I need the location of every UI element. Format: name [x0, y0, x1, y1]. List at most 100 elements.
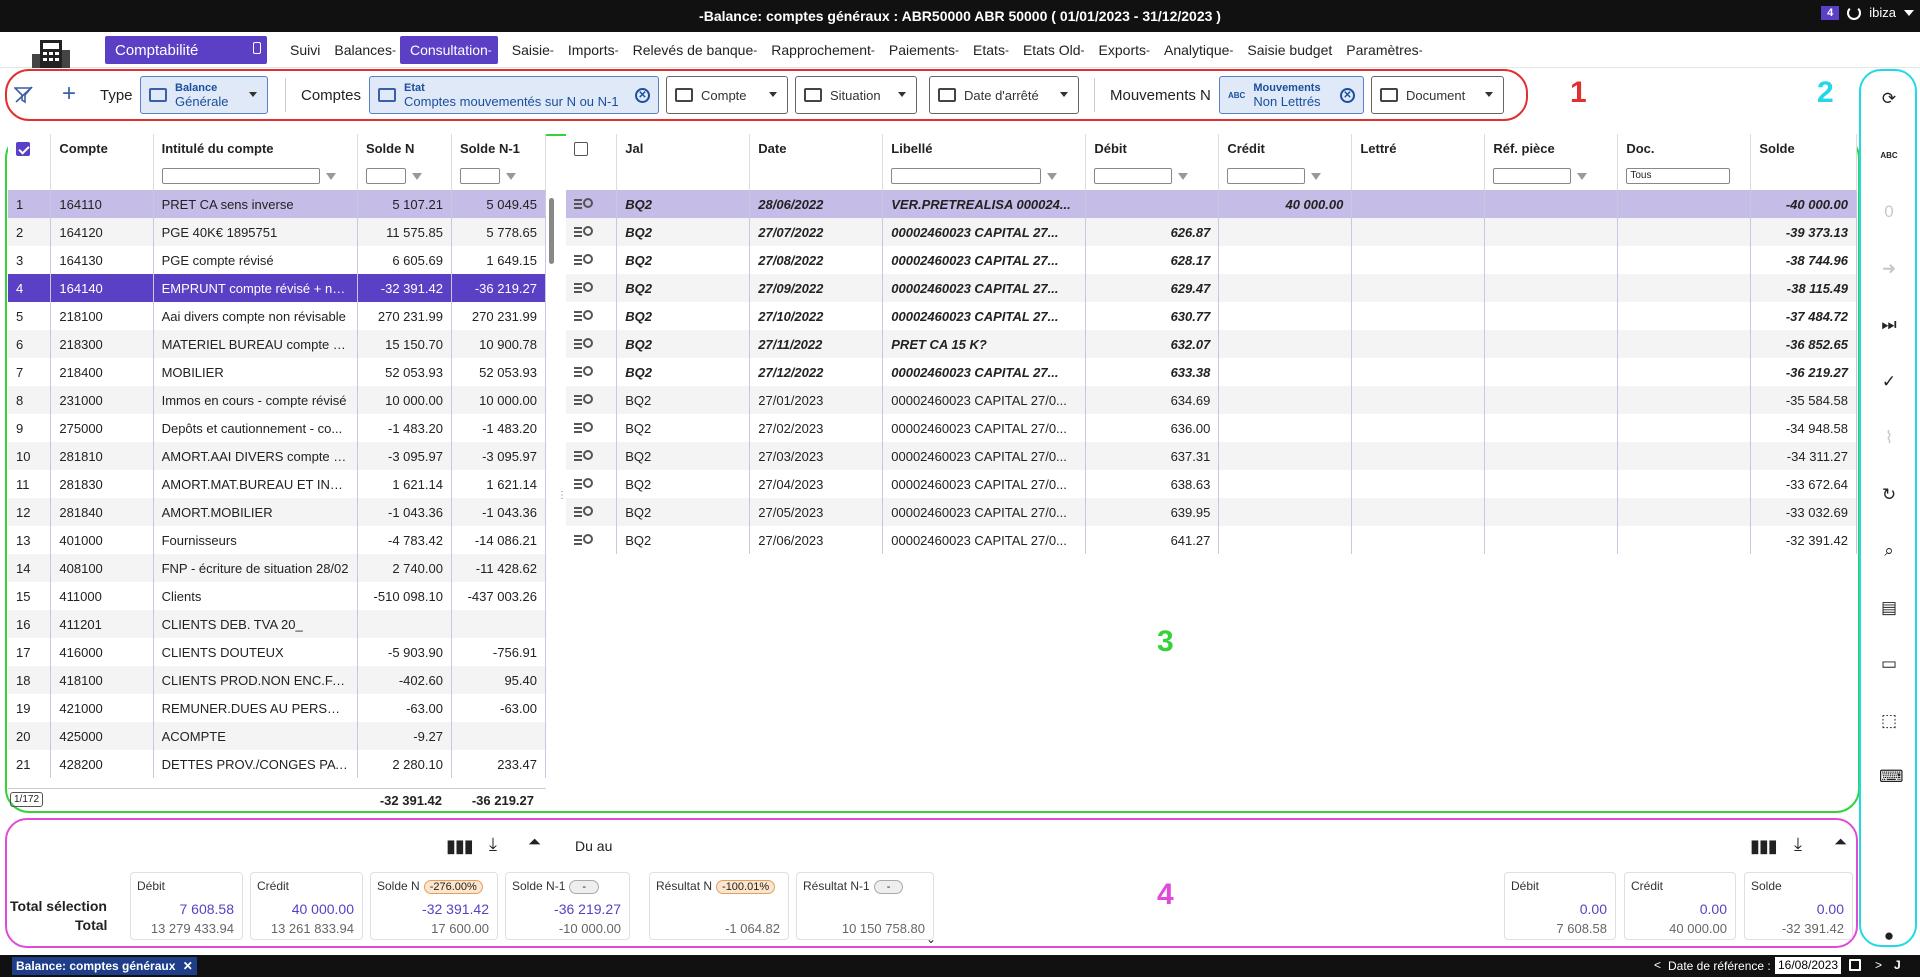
col-libelle[interactable]: Libellé [882, 134, 1087, 162]
paperclip-icon[interactable]: ⌇ [1879, 428, 1899, 448]
entry-detail-icon[interactable] [566, 470, 618, 498]
debit-filter[interactable] [1085, 162, 1220, 190]
mouvements-chip[interactable]: ABC Mouvements Non Lettrés ✕ [1219, 76, 1364, 114]
entry-detail-icon[interactable] [566, 414, 618, 442]
solde-n1-filter[interactable] [451, 162, 547, 190]
add-filter-icon[interactable]: + [62, 82, 76, 106]
entry-row[interactable]: BQ2 27/06/2023 00002460023 CAPITAL 27/0...… [566, 526, 1857, 554]
account-row[interactable]: 16 411201 CLIENTS DEB. TVA 20_ [8, 610, 547, 638]
menu-item-param-tres[interactable]: Paramètres [1336, 36, 1428, 64]
columns-icon[interactable]: ▮▮▮ [446, 836, 474, 857]
menu-item-consultation[interactable]: Consultation [399, 36, 490, 64]
date-arrete-dropdown[interactable]: Date d'arrêté [929, 76, 1079, 114]
chevron-down-icon[interactable] [1904, 9, 1914, 16]
account-row[interactable]: 19 421000 REMUNER.DUES AU PERSONN... -63.00… [8, 694, 547, 722]
account-row[interactable]: 21 428200 DETTES PROV./CONGES PAYES 2 280.1… [8, 750, 547, 778]
entry-row[interactable]: BQ2 27/05/2023 00002460023 CAPITAL 27/0...… [566, 498, 1857, 526]
menu-item-rapprochement[interactable]: Rapprochement [761, 36, 881, 64]
entry-detail-icon[interactable] [566, 386, 618, 414]
entry-row[interactable]: BQ2 27/07/2022 00002460023 CAPITAL 27... 62… [566, 218, 1857, 246]
entry-detail-icon[interactable] [566, 302, 618, 330]
libelle-filter[interactable] [882, 162, 1087, 190]
account-row[interactable]: 10 281810 AMORT.AAI DIVERS compte ré... -3 … [8, 442, 547, 470]
credit-filter[interactable] [1218, 162, 1353, 190]
col-solde-n1[interactable]: Solde N-1 [451, 134, 547, 162]
account-row[interactable]: 1 164110 PRET CA sens inverse 5 107.21 5 049… [8, 190, 547, 218]
col-solde-n[interactable]: Solde N [357, 134, 452, 162]
account-row[interactable]: 20 425000 ACOMPTE -9.27 [8, 722, 547, 750]
compte-dropdown[interactable]: Compte [666, 76, 788, 114]
col-solde[interactable]: Solde [1750, 134, 1857, 162]
expand-icon[interactable]: ⌄ [926, 932, 936, 946]
entry-detail-icon[interactable] [566, 442, 618, 470]
account-row[interactable]: 12 281840 AMORT.MOBILIER -1 043.36 -1 043.36 [8, 498, 547, 526]
filter-clear-icon[interactable] [13, 86, 34, 104]
lightbulb-icon[interactable]: ● [1879, 926, 1899, 946]
situation-dropdown[interactable]: Situation [795, 76, 917, 114]
account-row[interactable]: 14 408100 FNP - écriture de situation 28/0… [8, 554, 547, 582]
skip-end-icon[interactable]: ⏭ [1879, 315, 1899, 335]
refresh-icon[interactable]: ↻ [1879, 485, 1899, 505]
keyboard-icon[interactable]: ⌨ [1879, 767, 1904, 787]
search-icon[interactable]: ⌕ [1879, 541, 1899, 561]
intitule-filter[interactable] [153, 162, 358, 190]
col-jal[interactable]: Jal [616, 134, 751, 162]
entry-row[interactable]: BQ2 27/01/2023 00002460023 CAPITAL 27/0...… [566, 386, 1857, 414]
col-date[interactable]: Date [749, 134, 884, 162]
pin-icon[interactable] [253, 42, 261, 54]
col-ref-piece[interactable]: Réf. pièce [1484, 134, 1619, 162]
menu-item-paiements[interactable]: Paiements [879, 36, 965, 64]
account-row[interactable]: 6 218300 MATERIEL BUREAU compte à r... 15 1… [8, 330, 547, 358]
entry-detail-icon[interactable] [566, 358, 618, 386]
scrollbar[interactable] [549, 198, 554, 264]
download-icon[interactable]: ⤓ [1794, 834, 1802, 855]
open-tab[interactable]: Balance: comptes généraux ✕ [12, 957, 197, 975]
close-icon[interactable]: ✕ [635, 88, 650, 103]
power-icon[interactable] [1847, 5, 1862, 20]
document-dropdown[interactable]: Document [1371, 76, 1504, 114]
nav-next[interactable]: > [1875, 958, 1882, 972]
account-row[interactable]: 15 411000 Clients -510 098.10 -437 003.26 [8, 582, 547, 610]
entry-detail-icon[interactable] [566, 218, 618, 246]
notification-badge[interactable]: 4 [1821, 5, 1840, 20]
select-icon[interactable]: ⬚ [1879, 711, 1899, 731]
menu-item-suivi[interactable]: Suivi [280, 36, 330, 64]
close-icon[interactable]: ✕ [1340, 88, 1355, 103]
select-all-checkbox[interactable] [566, 134, 618, 162]
col-credit[interactable]: Crédit [1218, 134, 1353, 162]
menu-item-etats-old[interactable]: Etats Old [1013, 36, 1091, 64]
user-name[interactable]: ibiza [1869, 5, 1896, 20]
window-icon[interactable]: ▭ [1879, 654, 1899, 674]
col-lettre[interactable]: Lettré [1351, 134, 1486, 162]
account-row[interactable]: 2 164120 PGE 40K€ 1895751 11 575.85 5 778.65 [8, 218, 547, 246]
account-row[interactable]: 13 401000 Fournisseurs -4 783.42 -14 086.21 [8, 526, 547, 554]
entry-detail-icon[interactable] [566, 246, 618, 274]
arrow-right-icon[interactable]: ➜ [1879, 259, 1899, 279]
account-row[interactable]: 9 275000 Depôts et cautionnement - co... -1… [8, 414, 547, 442]
account-row[interactable]: 5 218100 Aai divers compte non révisable 27… [8, 302, 547, 330]
menu-item-analytique[interactable]: Analytique [1154, 36, 1239, 64]
col-compte[interactable]: Compte [50, 134, 154, 162]
solde-n-filter[interactable] [357, 162, 452, 190]
entry-row[interactable]: BQ2 27/02/2023 00002460023 CAPITAL 27/0...… [566, 414, 1857, 442]
close-icon[interactable]: ✕ [183, 959, 193, 973]
entry-detail-icon[interactable] [566, 526, 618, 554]
account-row[interactable]: 11 281830 AMORT.MAT.BUREAU ET INFO. 1 621.1… [8, 470, 547, 498]
col-intitule[interactable]: Intitulé du compte [153, 134, 358, 162]
entry-row[interactable]: BQ2 27/10/2022 00002460023 CAPITAL 27... 63… [566, 302, 1857, 330]
ref-filter[interactable] [1484, 162, 1619, 190]
account-row[interactable]: 8 231000 Immos en cours - compte révisé 10 … [8, 386, 547, 414]
calendar-icon[interactable] [1849, 959, 1861, 971]
entry-row[interactable]: BQ2 27/09/2022 00002460023 CAPITAL 27... 62… [566, 274, 1857, 302]
zero-icon[interactable]: 0 [1879, 202, 1899, 222]
select-all-checkbox[interactable] [8, 134, 52, 162]
menu-item-saisie-budget[interactable]: Saisie budget [1237, 36, 1342, 64]
account-row[interactable]: 7 218400 MOBILIER 52 053.93 52 053.93 [8, 358, 547, 386]
entry-row[interactable]: BQ2 27/11/2022 PRET CA 15 K? 632.07 -36 852.… [566, 330, 1857, 358]
entry-detail-icon[interactable] [566, 190, 618, 218]
columns-icon[interactable]: ▮▮▮ [1750, 836, 1778, 857]
account-row[interactable]: 18 418100 CLIENTS PROD.NON ENC.FACT -402.60… [8, 666, 547, 694]
entry-detail-icon[interactable] [566, 498, 618, 526]
nav-prev[interactable]: < [1654, 958, 1661, 972]
menu-item-relev-s-de-banque[interactable]: Relevés de banque [623, 36, 764, 64]
